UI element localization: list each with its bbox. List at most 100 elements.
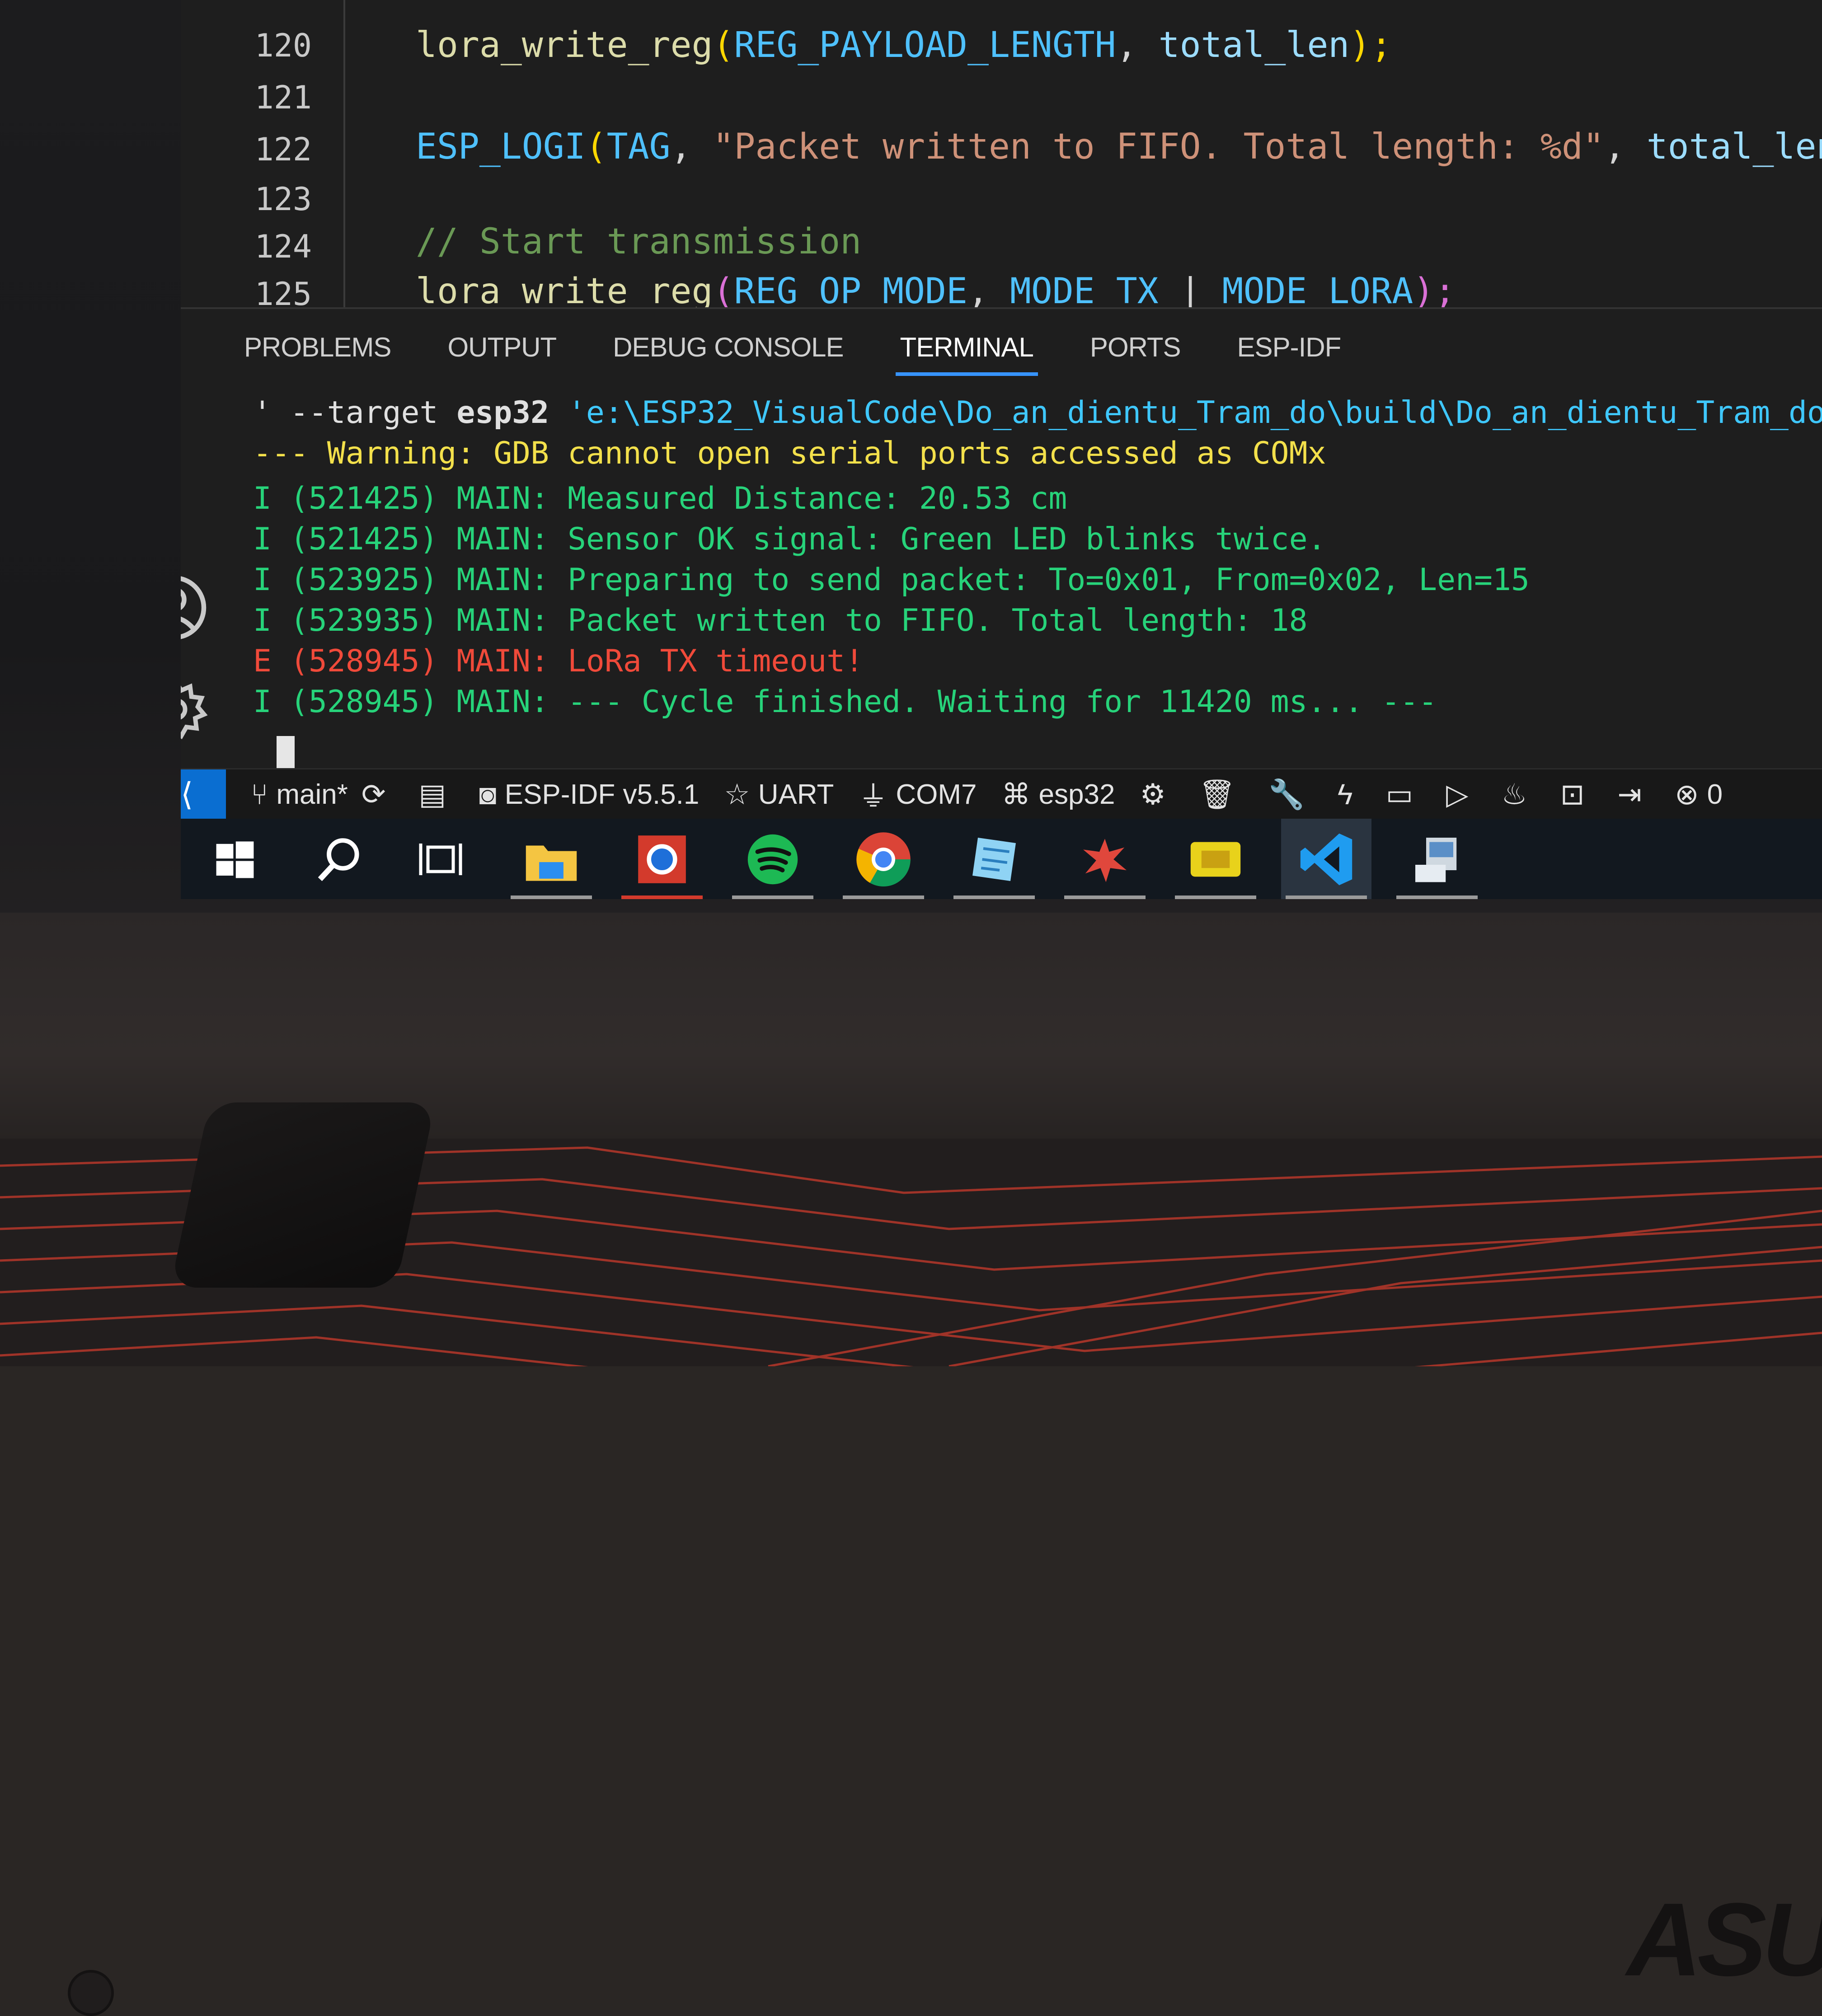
flame-icon: ♨ [1501,778,1527,811]
pdf-icon [1190,842,1241,877]
tab-problems[interactable]: PROBLEMS [244,323,391,372]
code-line-125: lora_write_reg(REG_OP_MODE, MODE_TX | MO… [416,271,1456,307]
taskbar-chrome[interactable] [838,819,929,899]
debug-button[interactable]: ▷ [1446,778,1476,811]
windows-logo-icon [216,841,254,878]
plug-icon: ⏚ [859,780,888,813]
taskbar-notes-app[interactable] [949,819,1039,899]
indent-guide [343,0,345,307]
tab-esp-idf[interactable]: ESP-IDF [1237,323,1342,372]
run-task-button[interactable]: ⇥ [1617,778,1650,811]
folders-icon: ▤ [418,778,446,811]
tab-ports[interactable]: PORTS [1090,323,1181,372]
remote-indicator-button[interactable]: ⟩⟨ [181,769,226,819]
target-label: esp32 [1038,778,1115,810]
taskbar-settings-app[interactable] [617,819,707,899]
chip-icon: ⌘ [1001,778,1031,811]
flash-method-button[interactable]: ☆ UART [724,778,834,811]
running-indicator [1396,895,1478,899]
code-token: lora_write_reg [416,271,713,307]
star-icon: ☆ [724,778,750,811]
code-token: ( [713,25,734,66]
running-indicator [1064,895,1146,899]
tab-terminal[interactable]: TERMINAL [895,323,1038,376]
line-number: 120 [254,27,312,64]
running-indicator [1286,895,1367,899]
workspace-folder-button[interactable]: ▤ [419,778,454,811]
sync-icon: ⟳ [361,778,386,811]
taskbar-pdf-app[interactable] [1170,819,1261,899]
screen: 120 121 122 123 124 125 lora_write_reg(R… [181,0,1822,899]
settings-gear-icon[interactable] [181,678,208,741]
remote-icon: ⟩⟨ [181,777,193,812]
taskbar-vscode[interactable] [1281,819,1371,899]
taskbar-spotify[interactable] [728,819,818,899]
git-branch-icon: ⑂ [251,778,268,811]
bezel-screw [68,1970,114,2016]
problems-count-button[interactable]: ⊗ 0 [1675,778,1723,811]
terminal-button[interactable]: ⊡ [1560,778,1593,811]
code-editor[interactable]: 120 121 122 123 124 125 lora_write_reg(R… [181,0,1822,307]
vscode-icon [1300,833,1352,886]
branch-indicator[interactable]: ⑂ main* [251,778,348,811]
code-token: MODE_TX [1010,271,1159,307]
terminal-output[interactable]: ' --target esp32 'e:\ESP32_VisualCode\Do… [253,395,1822,765]
taskbar-file-explorer[interactable] [506,819,596,899]
taskbar-remote-app[interactable] [1392,819,1482,899]
menuconfig-button[interactable]: ⚙ [1140,778,1174,811]
windows-taskbar [181,819,1822,899]
code-token: TAG [606,127,671,167]
monitor-button[interactable]: ▭ [1386,778,1421,811]
start-button[interactable] [190,819,280,899]
screenshot-tool-icon [638,835,686,883]
trash-icon: 🗑 [1198,778,1236,811]
sign-in-icon: ⇥ [1617,778,1642,811]
code-token: ); [1413,271,1456,307]
account-icon[interactable] [181,574,208,642]
code-token: REG_OP_MODE [734,271,967,307]
code-token: | [1158,271,1222,307]
idf-version-label: ESP-IDF v5.5.1 [504,778,700,810]
lightning-icon: ϟ [1337,778,1353,811]
search-button[interactable] [294,819,384,899]
code-token: REG_PAYLOAD_LENGTH [734,25,1116,66]
code-token: ); [1349,25,1392,66]
notes-icon [972,838,1016,881]
status-bar: ⟩⟨ ⑂main* ⟳ ▤ ◙ESP-IDF v5.5.1 ☆UART ⏚COM… [181,768,1822,819]
terminal-log-line: I (528945) MAIN: --- Cycle finished. Wai… [253,684,1437,720]
taskbar-paint-app[interactable] [1060,819,1150,899]
tab-output[interactable]: OUTPUT [447,323,557,372]
terminal-error-line: E (528945) MAIN: LoRa TX timeout! [253,643,864,679]
tab-debug-console[interactable]: DEBUG CONSOLE [613,323,844,372]
screen-hinge [170,1102,436,1288]
code-token: , [670,127,713,167]
task-view-button[interactable] [395,819,486,899]
port-label: COM7 [896,778,977,810]
error-circle-icon: ⊗ [1674,778,1699,811]
search-icon [318,838,359,881]
build-button[interactable]: 🔧 [1268,778,1313,811]
code-line-124: // Start transmission [416,221,861,262]
code-token: MODE_LORA [1222,271,1413,307]
sync-button[interactable]: ⟳ [362,778,394,811]
terminal-icon: ⊡ [1560,778,1585,811]
code-token: , [967,271,1010,307]
terminal-text: ' --target [253,395,457,431]
error-count: 0 [1707,778,1723,810]
flash-button[interactable]: ϟ [1338,778,1361,811]
running-indicator [1175,895,1256,899]
task-view-icon [419,844,462,875]
code-line-120: lora_write_reg(REG_PAYLOAD_LENGTH, total… [416,25,1392,66]
debug-play-icon: ▷ [1446,778,1469,811]
build-flash-monitor-button[interactable]: ♨ [1501,778,1535,811]
line-number: 122 [254,131,312,168]
full-clean-button[interactable]: 🗑 [1199,778,1244,811]
gear-icon: ⚙ [1140,778,1166,811]
idf-version-button[interactable]: ◙ ESP-IDF v5.5.1 [479,778,699,811]
code-token: , [1604,127,1647,167]
target-button[interactable]: ⌘ esp32 [1002,778,1115,811]
port-button[interactable]: ⏚ COM7 [859,774,977,815]
terminal-log-line: I (521425) MAIN: Sensor OK signal: Green… [253,521,1326,557]
code-comment: // Start transmission [416,221,862,262]
panel-tab-bar: PROBLEMS OUTPUT DEBUG CONSOLE TERMINAL P… [244,323,1397,376]
